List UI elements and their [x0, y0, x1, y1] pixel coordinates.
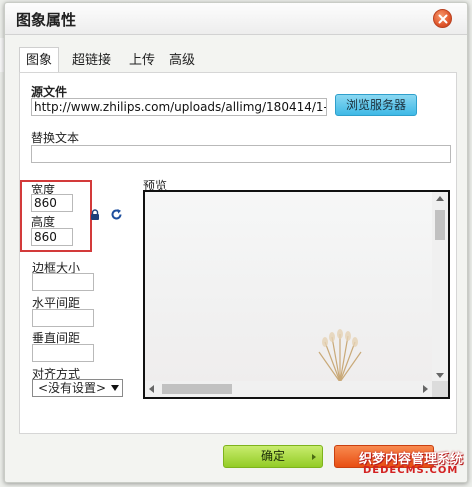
scroll-right-icon[interactable] [423, 385, 428, 393]
tab-image[interactable]: 图象 [19, 47, 60, 73]
reset-size-icon[interactable] [110, 208, 123, 224]
preview-image [145, 192, 432, 382]
align-select-value: <没有设置> [38, 381, 107, 395]
play-arrow-icon [312, 454, 316, 460]
scroll-corner [432, 381, 448, 397]
height-input[interactable]: 860 [31, 228, 73, 246]
tab-advanced[interactable]: 高级 [162, 47, 203, 73]
alt-text-input[interactable] [31, 145, 451, 163]
width-input[interactable]: 860 [31, 194, 73, 212]
preview-vertical-scrollbar[interactable] [432, 192, 448, 382]
lock-icon[interactable] [90, 209, 100, 223]
border-size-input[interactable] [32, 273, 94, 291]
horizontal-scroll-thumb[interactable] [162, 384, 232, 394]
chevron-down-icon [111, 385, 119, 391]
preview-horizontal-scrollbar[interactable] [145, 381, 432, 397]
hspace-input[interactable] [32, 309, 94, 327]
scroll-left-icon[interactable] [149, 385, 154, 393]
source-url-input[interactable]: http://www.zhilips.com/uploads/allimg/18… [31, 98, 327, 116]
alt-text-label: 替换文本 [31, 131, 80, 145]
ok-button[interactable]: 确定 [223, 445, 323, 468]
plant-icon [318, 329, 362, 382]
watermark-line2: DEDECMS.COM [363, 465, 459, 476]
vertical-scroll-thumb[interactable] [435, 210, 445, 240]
browse-server-button[interactable]: 浏览服务器 [335, 94, 417, 116]
ok-button-label: 确定 [260, 449, 285, 463]
scroll-up-icon[interactable] [436, 196, 444, 201]
dialog-title: 图象属性 [16, 11, 77, 29]
watermark-logo: 织梦内容管理系统 DEDECMS.COM [347, 448, 463, 478]
image-tab-panel: 源文件 http://www.zhilips.com/uploads/allim… [19, 72, 457, 434]
preview-area[interactable] [143, 190, 450, 399]
close-icon[interactable] [433, 9, 452, 28]
tab-upload[interactable]: 上传 [122, 47, 163, 73]
scroll-down-icon[interactable] [436, 373, 444, 378]
vspace-input[interactable] [32, 344, 94, 362]
dialog-titlebar[interactable]: 图象属性 [5, 3, 467, 35]
image-properties-dialog: 图象属性 图象 超链接 上传 高级 源文件 http://www.zhilips… [4, 2, 468, 483]
tab-hyperlink[interactable]: 超链接 [65, 47, 119, 73]
align-select[interactable]: <没有设置> [32, 379, 123, 397]
